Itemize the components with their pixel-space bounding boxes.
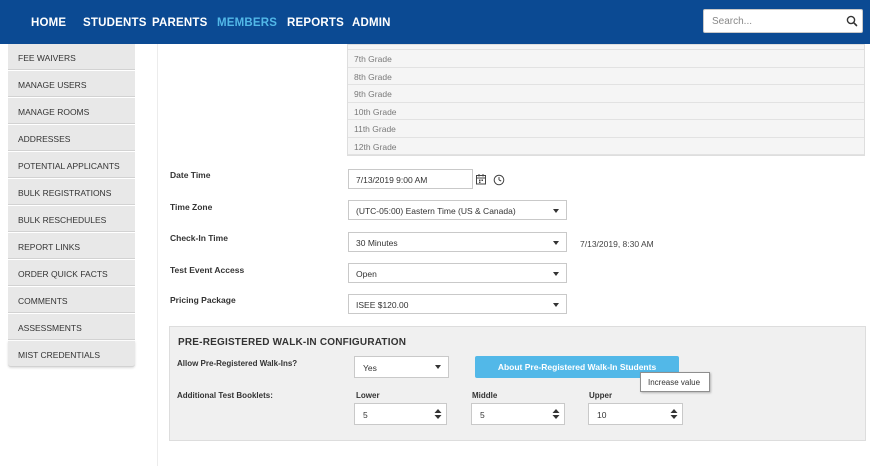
- search-box: [703, 9, 863, 33]
- chevron-down-icon: [553, 241, 559, 245]
- grade-item[interactable]: 9th Grade: [348, 85, 864, 103]
- nav-parents[interactable]: PARENTS: [152, 17, 208, 29]
- spinner-arrows-icon[interactable]: [552, 408, 560, 420]
- spinner-arrows-icon[interactable]: [434, 408, 442, 420]
- pricing-package-value: ISEE $120.00: [356, 300, 409, 310]
- upper-quantity-stepper[interactable]: 10: [588, 403, 683, 425]
- check-in-time-note: 7/13/2019, 8:30 AM: [580, 239, 654, 249]
- time-zone-label: Time Zone: [170, 202, 213, 212]
- nav-admin[interactable]: ADMIN: [352, 17, 391, 29]
- time-zone-value: (UTC-05:00) Eastern Time (US & Canada): [356, 206, 516, 216]
- pricing-package-label: Pricing Package: [170, 295, 236, 305]
- grade-item[interactable]: 7th Grade: [348, 50, 864, 68]
- upper-value: 10: [597, 410, 607, 420]
- check-in-time-label: Check-In Time: [170, 233, 228, 243]
- sidebar-item-report-links[interactable]: REPORT LINKS: [8, 233, 135, 259]
- upper-label: Upper: [589, 391, 613, 400]
- chevron-down-icon: [553, 303, 559, 307]
- top-nav-bar: HOME STUDENTS PARENTS MEMBERS REPORTS AD…: [0, 0, 870, 44]
- calendar-icon: [476, 174, 486, 185]
- magnifier-icon: [846, 15, 858, 27]
- sidebar-item-addresses[interactable]: ADDRESSES: [8, 125, 135, 151]
- grade-item[interactable]: 8th Grade: [348, 68, 864, 85]
- walk-in-config-title: PRE-REGISTERED WALK-IN CONFIGURATION: [178, 337, 407, 348]
- sidebar-item-potential-applicants[interactable]: POTENTIAL APPLICANTS: [8, 152, 135, 178]
- grade-item[interactable]: 10th Grade: [348, 103, 864, 120]
- sidebar-item-order-quick-facts[interactable]: ORDER QUICK FACTS: [8, 260, 135, 286]
- sidebar-item-bulk-registrations[interactable]: BULK REGISTRATIONS: [8, 179, 135, 205]
- test-event-access-select[interactable]: Open: [348, 263, 567, 283]
- clock-button[interactable]: [493, 173, 505, 191]
- date-time-input[interactable]: 7/13/2019 9:00 AM: [348, 169, 473, 189]
- nav-members[interactable]: MEMBERS: [217, 17, 277, 29]
- allow-walk-ins-select[interactable]: Yes: [354, 356, 449, 378]
- additional-test-booklets-label: Additional Test Booklets:: [177, 391, 273, 400]
- date-time-label: Date Time: [170, 170, 211, 180]
- sidebar-item-bulk-reschedules[interactable]: BULK RESCHEDULES: [8, 206, 135, 232]
- lower-quantity-stepper[interactable]: 5: [354, 403, 447, 425]
- grade-item[interactable]: 12th Grade: [348, 138, 864, 155]
- nav-home[interactable]: HOME: [31, 17, 66, 29]
- grade-item[interactable]: 11th Grade: [348, 120, 864, 138]
- calendar-button[interactable]: [475, 172, 487, 190]
- middle-value: 5: [480, 410, 485, 420]
- increase-value-tooltip: Increase value: [640, 372, 710, 392]
- time-zone-select[interactable]: (UTC-05:00) Eastern Time (US & Canada): [348, 200, 567, 220]
- sidebar-item-mist-credentials[interactable]: MIST CREDENTIALS: [8, 341, 135, 367]
- chevron-down-icon: [553, 272, 559, 276]
- test-event-access-value: Open: [356, 269, 377, 279]
- grade-list[interactable]: 7th Grade 8th Grade 9th Grade 10th Grade…: [347, 44, 865, 156]
- pricing-package-select[interactable]: ISEE $120.00: [348, 294, 567, 314]
- allow-walk-ins-label: Allow Pre-Registered Walk-Ins?: [177, 359, 298, 368]
- nav-students[interactable]: STUDENTS: [83, 17, 147, 29]
- lower-value: 5: [363, 410, 368, 420]
- clock-icon: [493, 174, 505, 186]
- sidebar-item-manage-rooms[interactable]: MANAGE ROOMS: [8, 98, 135, 124]
- sidebar-item-assessments[interactable]: ASSESSMENTS: [8, 314, 135, 340]
- middle-label: Middle: [472, 391, 498, 400]
- test-event-access-label: Test Event Access: [170, 265, 245, 275]
- sidebar-item-manage-users[interactable]: MANAGE USERS: [8, 71, 135, 97]
- search-button[interactable]: [843, 12, 861, 30]
- walk-in-config-panel: PRE-REGISTERED WALK-IN CONFIGURATION All…: [169, 326, 866, 441]
- chevron-down-icon: [435, 365, 441, 369]
- sidebar: FEE WAIVERS MANAGE USERS MANAGE ROOMS AD…: [8, 44, 135, 368]
- allow-walk-ins-value: Yes: [363, 363, 377, 373]
- sidebar-item-fee-waivers[interactable]: FEE WAIVERS: [8, 44, 135, 70]
- check-in-time-value: 30 Minutes: [356, 238, 398, 248]
- search-input[interactable]: [704, 10, 842, 32]
- content-divider: [157, 44, 158, 466]
- sidebar-item-comments[interactable]: COMMENTS: [8, 287, 135, 313]
- middle-quantity-stepper[interactable]: 5: [471, 403, 565, 425]
- nav-reports[interactable]: REPORTS: [287, 17, 344, 29]
- check-in-time-select[interactable]: 30 Minutes: [348, 232, 567, 252]
- lower-label: Lower: [356, 391, 380, 400]
- chevron-down-icon: [553, 209, 559, 213]
- spinner-arrows-icon[interactable]: [670, 408, 678, 420]
